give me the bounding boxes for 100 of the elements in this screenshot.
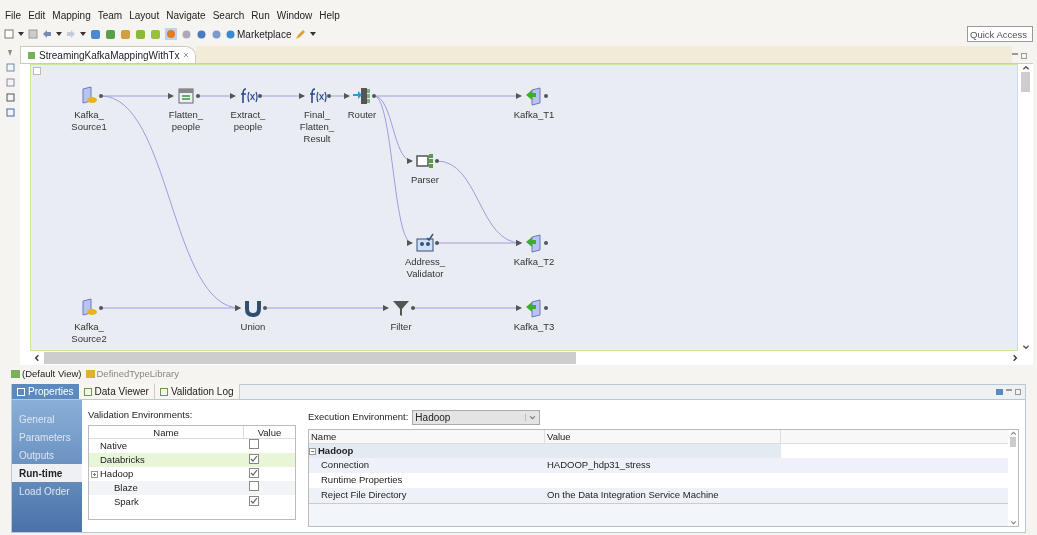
scroll-thumb[interactable] — [1021, 72, 1030, 92]
caret-icon[interactable] — [18, 31, 24, 37]
target-icon — [524, 233, 544, 253]
toolbar-icon[interactable] — [150, 28, 161, 40]
menu-item[interactable]: Navigate — [166, 8, 206, 24]
checkbox[interactable] — [249, 439, 259, 450]
maximize-icon[interactable] — [1021, 53, 1027, 59]
port-dot — [435, 159, 439, 163]
tab-title: StreamingKafkaMappingWithTx — [39, 48, 180, 63]
scroll-down-icon[interactable] — [1009, 519, 1017, 526]
table-cell: HADOOP_hdp31_stress — [547, 459, 651, 471]
scroll-up-icon[interactable] — [1021, 64, 1030, 72]
environment-dropdown[interactable]: Hadoop — [412, 410, 541, 425]
table-cell: Databricks — [100, 453, 145, 468]
table-cell: Reject File Directory — [321, 489, 407, 501]
connector-line — [259, 93, 305, 99]
node-label: Parser — [411, 174, 439, 186]
tab-icon — [17, 387, 25, 396]
checkbox[interactable] — [249, 468, 259, 479]
toolbar-icon[interactable] — [165, 28, 177, 40]
column-header[interactable]: Value — [545, 430, 781, 443]
table-row[interactable]: Databricks — [89, 453, 295, 468]
save-icon[interactable] — [28, 29, 38, 39]
caret-icon[interactable] — [310, 31, 317, 37]
scroll-left-icon[interactable] — [33, 354, 41, 362]
back-arrow-icon[interactable] — [42, 29, 52, 39]
toolbar-icon[interactable] — [196, 28, 207, 40]
editor-tab[interactable]: StreamingKafkaMappingWithTx — [20, 46, 196, 63]
expand-icon[interactable] — [91, 470, 98, 478]
port-dot — [258, 94, 262, 98]
scroll-up-icon[interactable] — [1009, 430, 1017, 437]
new-file-icon[interactable] — [4, 29, 14, 39]
toolbar-icon[interactable] — [135, 28, 146, 40]
table-cell: On the Data Integration Service Machine — [547, 489, 719, 501]
group-name: Hadoop — [318, 443, 354, 458]
menu-item[interactable]: Team — [97, 8, 123, 24]
scroll-down-icon[interactable] — [1021, 343, 1030, 351]
menu-item[interactable]: Run — [251, 8, 270, 24]
checkbox[interactable] — [249, 481, 259, 492]
panel-tab[interactable]: Data Viewer — [78, 384, 155, 399]
scroll-thumb[interactable] — [1010, 437, 1016, 447]
port-dot — [327, 94, 331, 98]
port-dot — [411, 306, 415, 310]
pin-icon[interactable] — [7, 49, 13, 57]
close-icon[interactable] — [182, 52, 189, 58]
vertical-scrollbar[interactable] — [1018, 64, 1033, 351]
menu-item[interactable]: Window — [276, 8, 313, 24]
panel-tab[interactable]: Validation Log — [154, 384, 240, 399]
port-dot — [372, 94, 376, 98]
table-icon — [176, 86, 196, 106]
toolbar-icon[interactable] — [211, 28, 222, 40]
marketplace-button[interactable]: Marketplace — [226, 26, 292, 42]
maximize-icon[interactable] — [1015, 389, 1021, 395]
table-cell: Spark — [114, 495, 139, 510]
view-tab[interactable]: (Default View) — [11, 366, 82, 382]
menu-item[interactable]: Mapping — [52, 8, 91, 24]
source-icon — [79, 298, 99, 318]
toolbar-icon[interactable] — [120, 28, 131, 40]
parser-icon — [415, 151, 435, 171]
checkbox[interactable] — [249, 454, 259, 465]
section-title: Validation Environments: — [88, 408, 194, 422]
quick-access-field[interactable]: Quick Access — [967, 26, 1033, 42]
expand-icon[interactable] — [309, 447, 316, 455]
tab-icon — [83, 387, 92, 396]
properties-nav-item[interactable]: Run-time — [12, 464, 82, 482]
table-row[interactable]: Blaze — [89, 481, 295, 496]
node-label: Flatten_ people — [168, 109, 204, 133]
node-label: Kafka_ Source2 — [71, 321, 107, 345]
column-header[interactable]: Name — [309, 430, 545, 443]
column-header[interactable]: Name — [89, 426, 244, 439]
expand-icon[interactable] — [33, 67, 41, 75]
port-dot — [99, 306, 103, 310]
forward-arrow-icon[interactable] — [66, 29, 76, 39]
function-icon — [238, 86, 258, 106]
vertical-scrollbar[interactable] — [1008, 430, 1018, 526]
scroll-right-icon[interactable] — [1011, 354, 1019, 362]
toolbar-icon[interactable] — [105, 28, 116, 40]
menu-item[interactable]: Layout — [129, 8, 160, 24]
toolbar-icon[interactable] — [181, 28, 192, 40]
node-label: Union — [240, 321, 266, 333]
node-label: Router — [347, 109, 377, 121]
connector-line — [328, 93, 350, 99]
checkbox[interactable] — [249, 496, 259, 507]
port-dot — [435, 241, 439, 245]
menu-item[interactable]: Edit — [28, 8, 46, 24]
node-label: Filter — [390, 321, 412, 333]
menu-item[interactable]: File — [5, 8, 22, 24]
source-icon — [79, 86, 99, 106]
caret-icon[interactable] — [56, 31, 62, 37]
caret-icon[interactable] — [80, 31, 86, 37]
node-label: Address_ Validator — [404, 256, 446, 280]
menu-item[interactable]: Help — [319, 8, 340, 24]
scroll-thumb[interactable] — [44, 352, 576, 364]
menu-item[interactable]: Search — [212, 8, 245, 24]
node-label: Kafka_ Source1 — [71, 109, 107, 133]
port-dot — [544, 94, 548, 98]
column-header[interactable]: Value — [244, 426, 295, 439]
table-cell: Blaze — [114, 481, 138, 496]
panel-tab[interactable]: Properties — [12, 384, 79, 399]
union-icon — [243, 298, 263, 318]
